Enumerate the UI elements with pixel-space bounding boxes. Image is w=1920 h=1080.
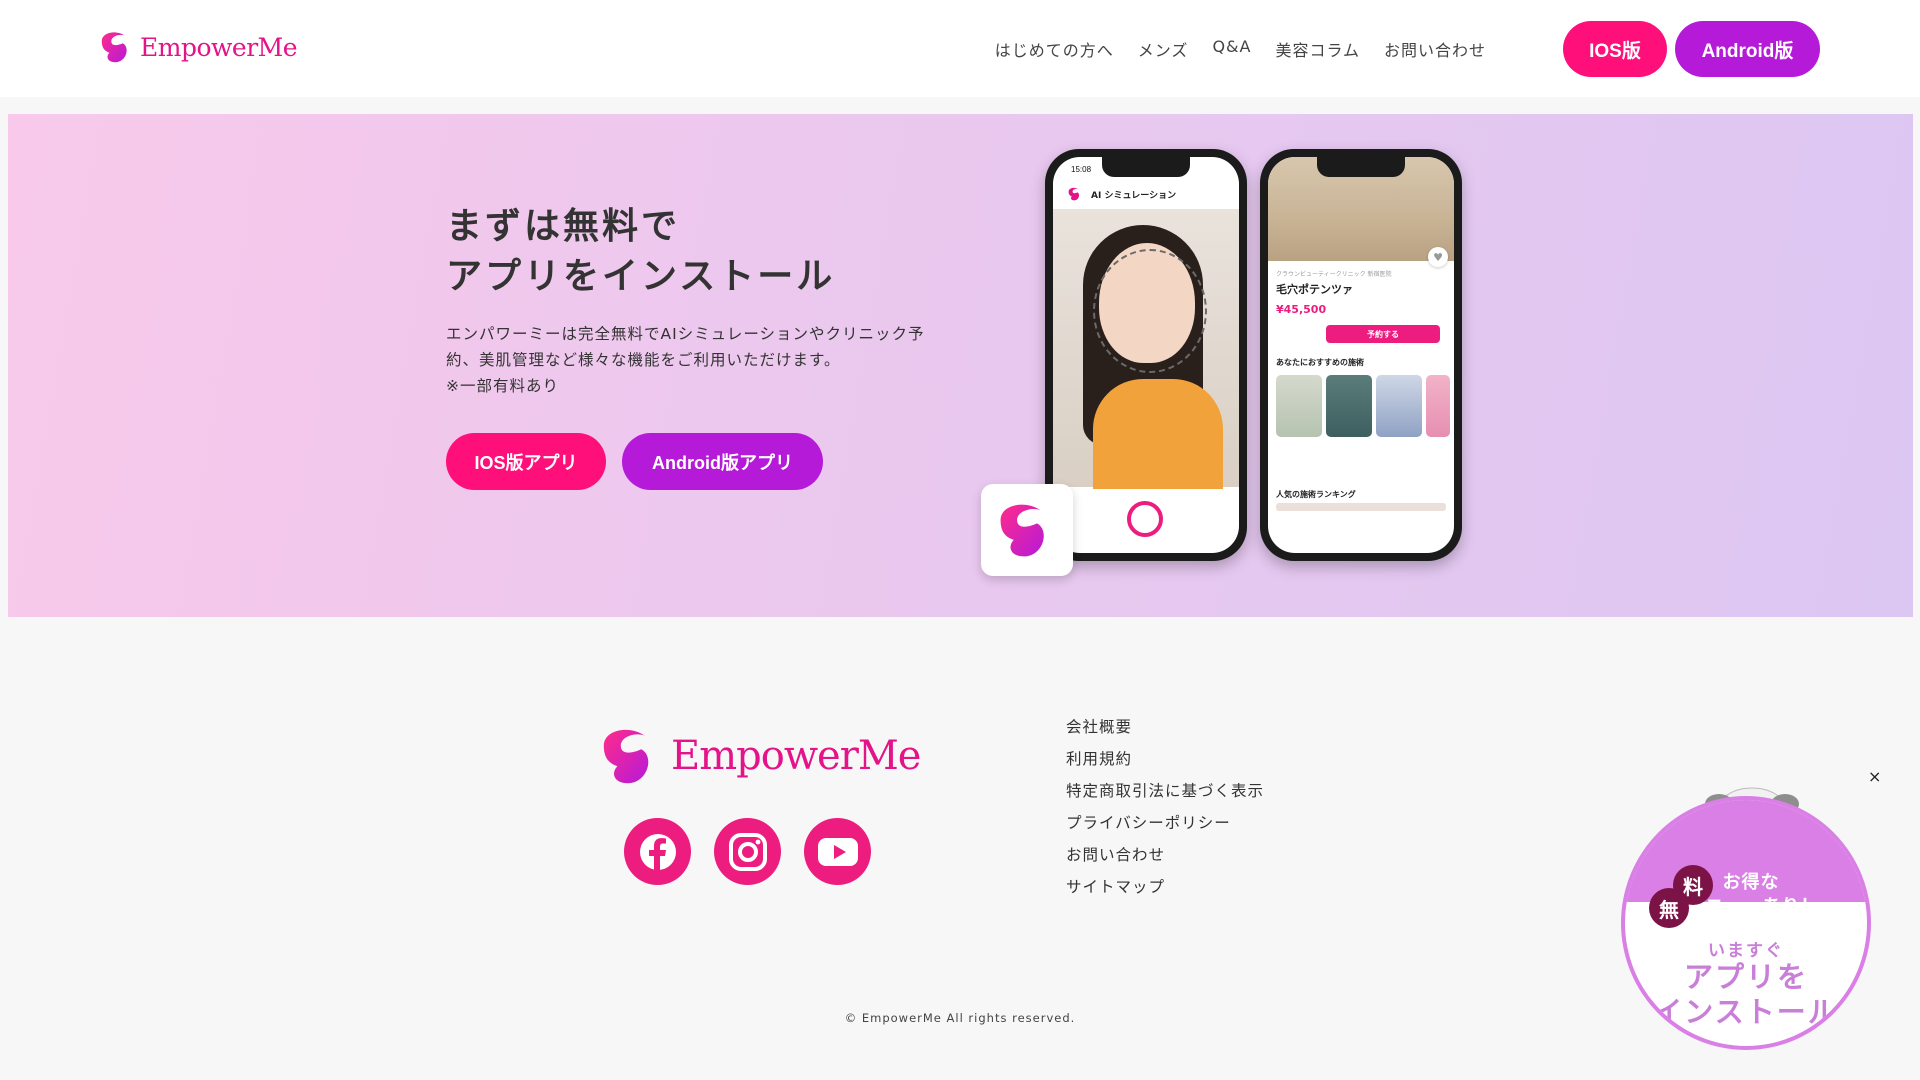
- badge-sub: いますぐ: [1708, 941, 1784, 961]
- footer-link-privacy[interactable]: プライバシーポリシー: [1066, 807, 1264, 839]
- hero-title-line2: アプリをインストール: [446, 256, 836, 297]
- phone-notch: [1317, 157, 1405, 177]
- install-promo-badge[interactable]: お得な メニューあり！ いますぐ アプリを インストール 料 無: [1617, 770, 1873, 1052]
- nav-mens[interactable]: メンズ: [1138, 37, 1189, 61]
- empowerme-logo-icon: [101, 32, 127, 63]
- sim-title: AI シミュレーション: [1091, 190, 1177, 201]
- hero-android-app-button[interactable]: Android版アプリ: [622, 433, 823, 490]
- hero-ios-app-button[interactable]: IOS版アプリ: [446, 433, 606, 490]
- phone-screen: 15:08 AI シミュレーション: [1053, 157, 1239, 553]
- instagram-link[interactable]: [714, 818, 781, 885]
- recommend-card: [1376, 375, 1422, 437]
- footer-link-terms[interactable]: 利用規約: [1066, 743, 1264, 775]
- nav-beauty-column[interactable]: 美容コラム: [1275, 37, 1360, 61]
- ranking-heading: 人気の施術ランキング: [1276, 490, 1356, 499]
- app-icon: [981, 484, 1073, 576]
- sim-header: AI シミュレーション: [1053, 179, 1239, 209]
- footer-links: 会社概要 利用規約 特定商取引法に基づく表示 プライバシーポリシー お問い合わせ…: [1066, 711, 1264, 903]
- hero-description: エンパワーミーは完全無料でAIシミュレーションやクリニック予 約、美肌管理など様…: [446, 321, 966, 399]
- nav-qa[interactable]: Q&A: [1212, 37, 1251, 61]
- phone-screen: ♥ クラウンビューティークリニック 新宿医院 毛穴ポテンツァ ¥45,500 予…: [1268, 157, 1454, 553]
- recommend-card: [1426, 375, 1450, 437]
- main-nav: はじめての方へ メンズ Q&A 美容コラム お問い合わせ: [995, 37, 1486, 61]
- phone-notch: [1102, 157, 1190, 177]
- face-guide: [1093, 249, 1207, 373]
- treatment-name: 毛穴ポテンツァ: [1276, 283, 1353, 296]
- instagram-icon: [728, 832, 767, 871]
- footer-link-sitemap[interactable]: サイトマップ: [1066, 871, 1264, 903]
- header-android-button[interactable]: Android版: [1675, 21, 1820, 77]
- status-time: 15:08: [1071, 165, 1092, 174]
- empowerme-logo-icon: [603, 729, 649, 784]
- header-ios-button[interactable]: IOS版: [1563, 21, 1667, 77]
- portrait-photo: [1053, 209, 1239, 489]
- facebook-link[interactable]: [624, 818, 691, 885]
- site-header: EmpowerMe はじめての方へ メンズ Q&A 美容コラム お問い合わせ I…: [0, 0, 1920, 97]
- youtube-icon: [817, 837, 858, 866]
- heart-icon: ♥: [1428, 247, 1448, 267]
- footer-link-company[interactable]: 会社概要: [1066, 711, 1264, 743]
- footer-link-contact[interactable]: お問い合わせ: [1066, 839, 1264, 871]
- recommend-card: [1326, 375, 1372, 437]
- nav-contact[interactable]: お問い合わせ: [1384, 37, 1486, 61]
- brand-name: EmpowerMe: [140, 32, 298, 62]
- hero-title: まずは無料で アプリをインストール: [446, 202, 835, 302]
- recommend-card: [1276, 375, 1322, 437]
- brand-logo[interactable]: EmpowerMe: [98, 28, 298, 66]
- stamp-mu: 無: [1649, 888, 1689, 928]
- nav-first-time[interactable]: はじめての方へ: [995, 37, 1114, 61]
- hero-title-line1: まずは無料で: [446, 206, 681, 247]
- phone-mockup-ai-simulation: 15:08 AI シミュレーション: [1045, 149, 1247, 561]
- facebook-icon: [639, 833, 676, 870]
- install-hero: まずは無料で アプリをインストール エンパワーミーは完全無料でAIシミュレーショ…: [8, 114, 1913, 617]
- empowerme-logo-icon: [1000, 504, 1044, 557]
- recommend-heading: あなたにおすすめの施術: [1276, 358, 1364, 367]
- clinic-name: クラウンビューティークリニック 新宿医院: [1276, 271, 1392, 278]
- reserve-button: 予約する: [1326, 325, 1440, 343]
- youtube-link[interactable]: [804, 818, 871, 885]
- shutter-button: [1127, 501, 1163, 537]
- footer-link-commerce-law[interactable]: 特定商取引法に基づく表示: [1066, 775, 1264, 807]
- empowerme-logo-icon: [1068, 187, 1080, 201]
- hero-desc-line2: 約、美肌管理など様々な機能をご利用いただけます。: [446, 351, 841, 369]
- footer-brand-name: EmpowerMe: [671, 733, 921, 779]
- badge-headline-line2: インストール: [1653, 995, 1839, 1029]
- phone-mockup-clinic: ♥ クラウンビューティークリニック 新宿医院 毛穴ポテンツァ ¥45,500 予…: [1260, 149, 1462, 561]
- footer-logo[interactable]: EmpowerMe: [597, 722, 921, 790]
- photo-top: [1093, 379, 1223, 489]
- hero-desc-note: ※一部有料あり: [446, 377, 559, 395]
- hero-desc-line1: エンパワーミーは完全無料でAIシミュレーションやクリニック予: [446, 325, 925, 343]
- badge-headline: アプリを インストール: [1625, 960, 1867, 1030]
- ranking-strip: [1276, 503, 1446, 511]
- treatment-price: ¥45,500: [1276, 303, 1327, 316]
- badge-headline-line1: アプリを: [1683, 960, 1808, 994]
